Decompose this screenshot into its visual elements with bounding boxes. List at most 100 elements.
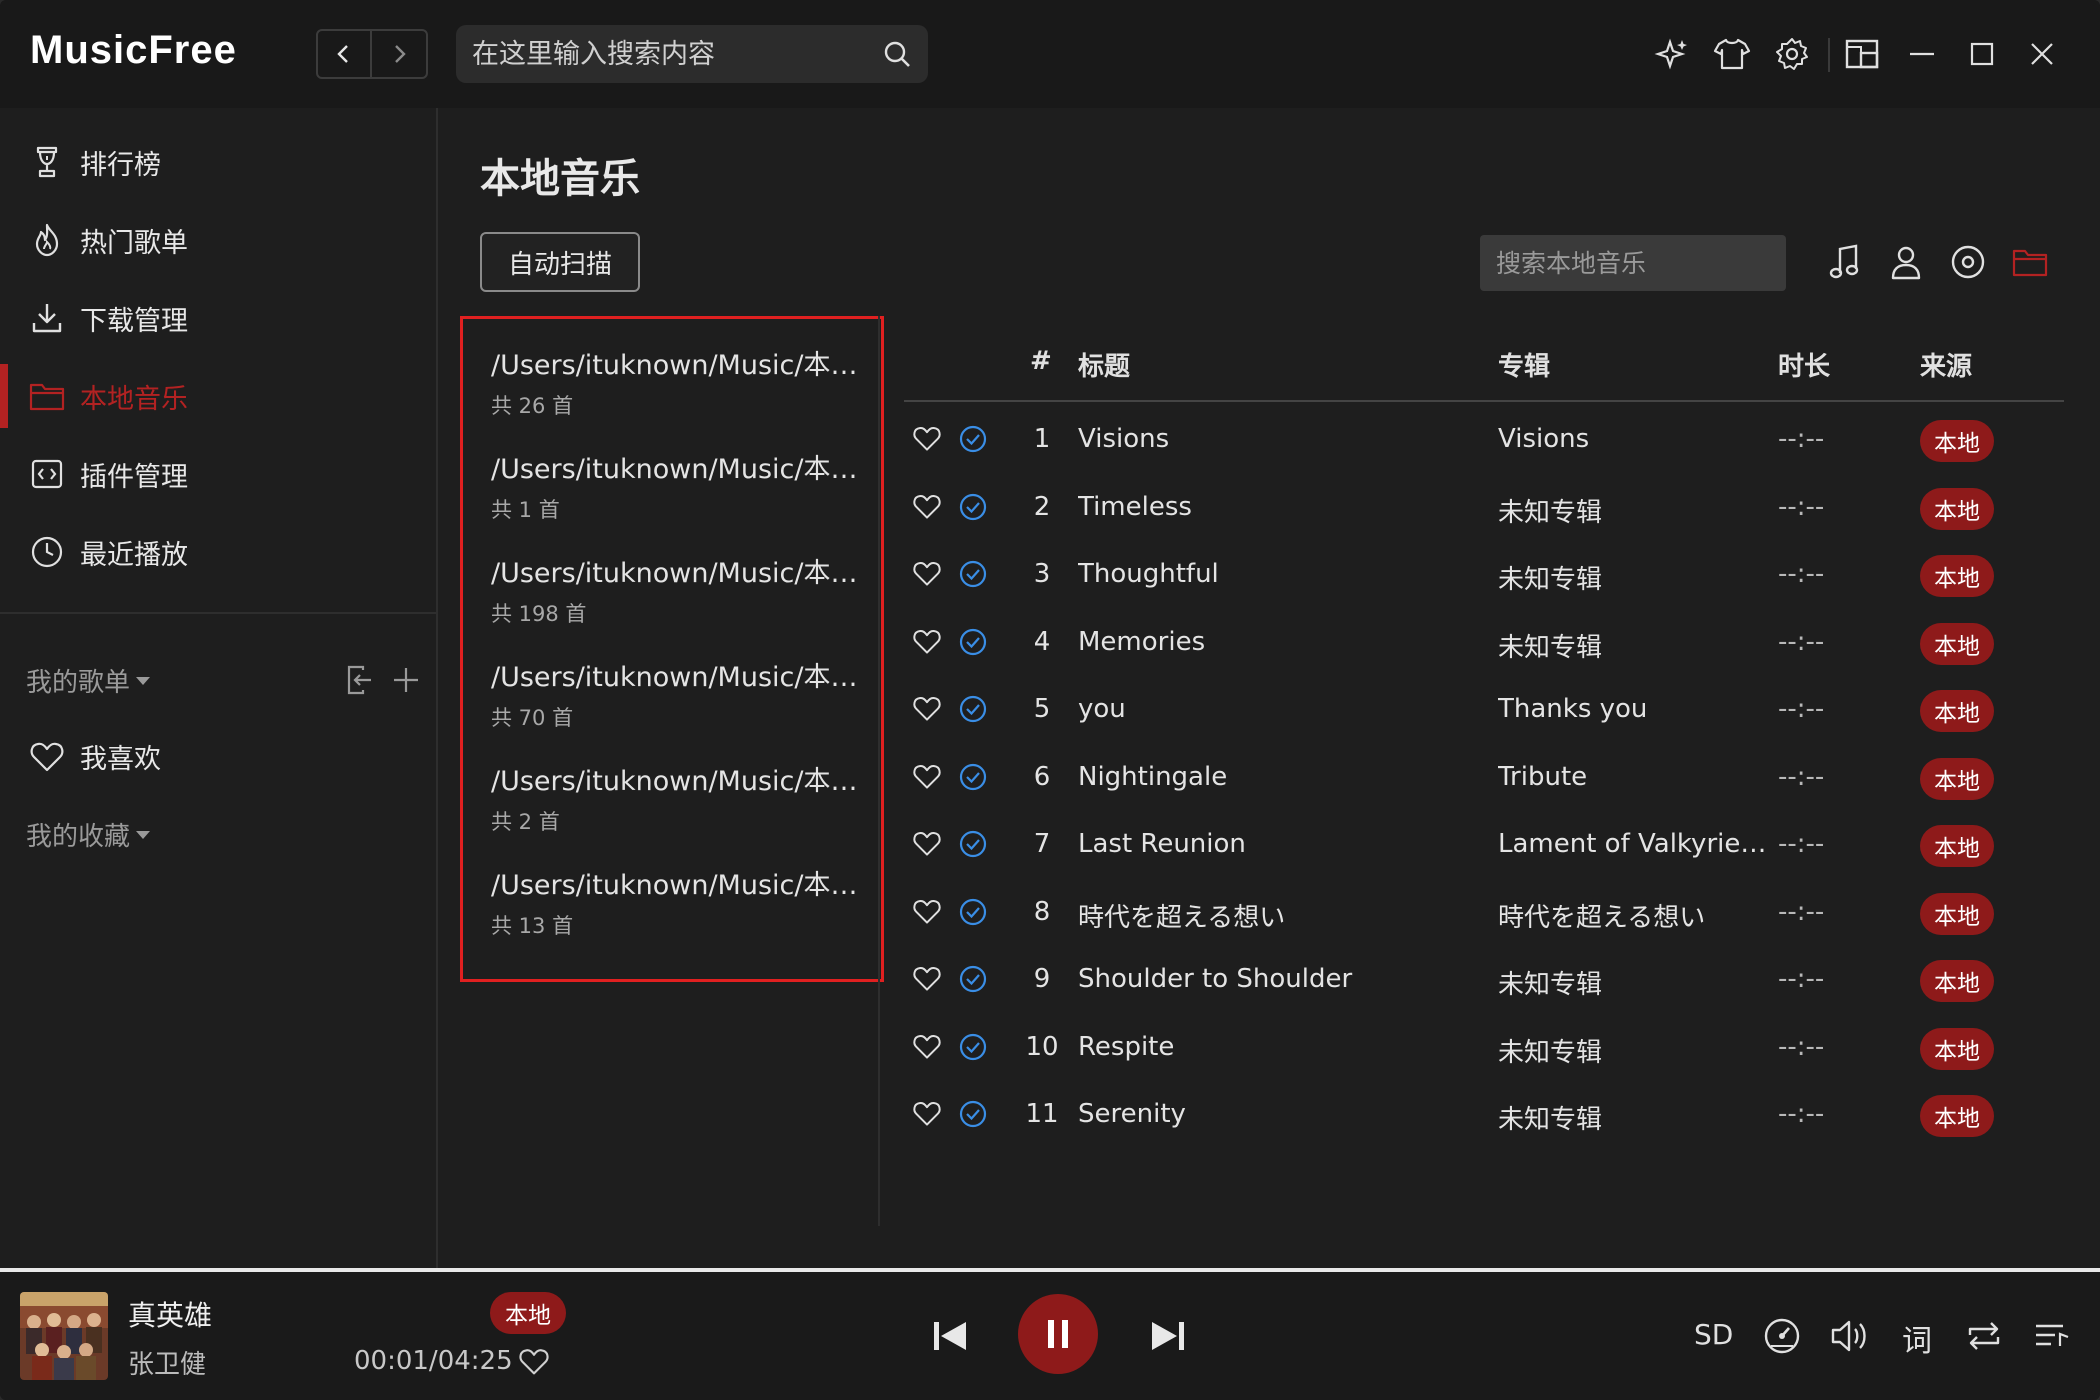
sparkle-button[interactable] (1650, 32, 1694, 76)
forward-button[interactable] (372, 31, 426, 77)
folder-item[interactable]: /Users/ituknown/Music/本地音乐 共 1 首 (491, 447, 871, 524)
table-row[interactable]: 6 Nightingale Tribute --:-- 本地 (904, 746, 2064, 813)
view-by-artist-button[interactable] (1882, 238, 1930, 286)
minimize-button[interactable] (1900, 32, 1944, 76)
folder-count: 共 198 首 (491, 602, 587, 626)
theme-button[interactable] (1710, 32, 1754, 76)
table-row[interactable]: 10 Respite 未知专辑 --:-- 本地 (904, 1016, 2064, 1083)
heart-icon[interactable] (912, 492, 942, 520)
sidebar-item-plugins[interactable]: 插件管理 (0, 442, 436, 506)
heart-icon[interactable] (912, 1099, 942, 1127)
view-by-song-button[interactable] (1820, 238, 1868, 286)
song-table: # 标题 专辑 时长 来源 1 Visions Visions --:-- 本地 2 Tim… (904, 316, 2064, 1146)
table-row[interactable]: 7 Last Reunion Lament of Valkyrie (… --:-- 本… (904, 813, 2064, 880)
heart-icon[interactable] (912, 964, 942, 992)
import-playlist-button[interactable] (341, 662, 377, 698)
download-icon (28, 299, 66, 337)
maximize-button[interactable] (1960, 32, 2004, 76)
folder-list: /Users/ituknown/Music/本地音乐 共 26 首 /Users… (460, 316, 884, 982)
close-button[interactable] (2020, 32, 2064, 76)
local-search-input[interactable] (1480, 235, 1786, 291)
folder-item[interactable]: /Users/ituknown/Music/本地音乐 共 70 首 (491, 655, 871, 732)
table-row[interactable]: 11 Serenity 未知专辑 --:-- 本地 (904, 1083, 2064, 1146)
check-circle-icon[interactable] (958, 829, 988, 859)
pause-button[interactable] (1018, 1294, 1098, 1374)
heart-icon[interactable] (912, 762, 942, 790)
folder-item[interactable]: /Users/ituknown/Music/本地音乐 共 2 首 (491, 759, 871, 836)
previous-button[interactable] (928, 1314, 972, 1358)
sidebar-item-label: 本地音乐 (80, 383, 188, 415)
row-album: 未知专辑 (1498, 970, 1603, 1000)
view-by-album-button[interactable] (1944, 238, 1992, 286)
minimize-icon (1910, 52, 1934, 56)
folder-icon (2012, 249, 2048, 277)
album-cover[interactable] (20, 1292, 108, 1380)
check-circle-icon[interactable] (958, 762, 988, 792)
view-by-folder-button[interactable] (2006, 238, 2054, 286)
folder-item[interactable]: /Users/ituknown/Music/本地音乐 共 26 首 (491, 343, 871, 420)
sidebar-item-recent[interactable]: 最近播放 (0, 520, 436, 584)
table-row[interactable]: 5 you Thanks you --:-- 本地 (904, 678, 2064, 745)
speedometer-icon (1764, 1318, 1800, 1354)
my-playlists-toggle[interactable]: 我的歌单 (26, 662, 151, 699)
volume-button[interactable] (1828, 1314, 1872, 1358)
table-row[interactable]: 3 Thoughtful 未知专辑 --:-- 本地 (904, 543, 2064, 610)
sidebar-item-label: 下载管理 (80, 305, 188, 337)
heart-icon[interactable] (912, 424, 942, 452)
sidebar-item-hot-playlists[interactable]: 热门歌单 (0, 208, 436, 272)
add-playlist-button[interactable] (388, 662, 424, 698)
sidebar-item-local-music[interactable]: 本地音乐 (0, 364, 436, 428)
settings-button[interactable] (1770, 32, 1814, 76)
check-circle-icon[interactable] (958, 492, 988, 522)
sound-effect-button[interactable] (1760, 1314, 1804, 1358)
heart-icon[interactable] (912, 897, 942, 925)
quality-button[interactable]: SD (1694, 1318, 1733, 1351)
my-collections-toggle[interactable]: 我的收藏 (26, 816, 151, 853)
row-index: 1 (1033, 424, 1051, 454)
sidebar-item-favorites[interactable]: 我喜欢 (0, 724, 436, 788)
heart-icon[interactable] (912, 694, 942, 722)
back-button[interactable] (318, 31, 372, 77)
search-input[interactable] (472, 25, 872, 83)
heart-icon[interactable] (912, 829, 942, 857)
table-row[interactable]: 4 Memories 未知专辑 --:-- 本地 (904, 611, 2064, 678)
row-duration: --:-- (1778, 1031, 1825, 1062)
row-duration: --:-- (1778, 896, 1825, 927)
table-row[interactable]: 9 Shoulder to Shoulder 未知专辑 --:-- 本地 (904, 948, 2064, 1015)
header-album: 专辑 (1498, 352, 1551, 382)
playlist-button[interactable] (2030, 1314, 2074, 1358)
check-circle-icon[interactable] (958, 627, 988, 657)
heart-icon[interactable] (912, 1032, 942, 1060)
heart-icon[interactable] (912, 627, 942, 655)
like-button[interactable] (518, 1346, 550, 1376)
auto-scan-button[interactable]: 自动扫描 (480, 232, 640, 292)
check-circle-icon[interactable] (958, 1032, 988, 1062)
row-duration: --:-- (1778, 761, 1825, 792)
check-circle-icon[interactable] (958, 897, 988, 927)
table-row[interactable]: 8 時代を超える想い 時代を超える想い --:-- 本地 (904, 881, 2064, 948)
row-index: 8 (1033, 896, 1051, 927)
check-circle-icon[interactable] (958, 694, 988, 724)
folder-item[interactable]: /Users/ituknown/Music/本地音乐 共 198 首 (491, 551, 871, 628)
mini-window-icon (1845, 39, 1879, 69)
heart-icon[interactable] (912, 559, 942, 587)
lyrics-button[interactable]: 词 (1902, 1316, 1932, 1360)
folder-count: 共 1 首 (491, 498, 560, 522)
sidebar-item-downloads[interactable]: 下载管理 (0, 286, 436, 350)
check-circle-icon[interactable] (958, 1099, 988, 1129)
check-circle-icon[interactable] (958, 964, 988, 994)
search-icon[interactable] (882, 39, 912, 69)
next-button[interactable] (1146, 1314, 1190, 1358)
repeat-icon (1968, 1322, 2000, 1350)
mini-mode-button[interactable] (1840, 32, 1884, 76)
check-circle-icon[interactable] (958, 424, 988, 454)
table-row[interactable]: 2 Timeless 未知专辑 --:-- 本地 (904, 476, 2064, 543)
repeat-mode-button[interactable] (1962, 1314, 2006, 1358)
table-row[interactable]: 1 Visions Visions --:-- 本地 (904, 408, 2064, 475)
check-circle-icon[interactable] (958, 559, 988, 589)
folder-item[interactable]: /Users/ituknown/Music/本地音乐 共 13 首 (491, 863, 871, 940)
folder-path: /Users/ituknown/Music/本地音乐 (491, 558, 861, 589)
source-badge: 本地 (490, 1292, 566, 1334)
caret-down-icon (136, 676, 151, 685)
sidebar-item-rankings[interactable]: 排行榜 (0, 130, 436, 194)
